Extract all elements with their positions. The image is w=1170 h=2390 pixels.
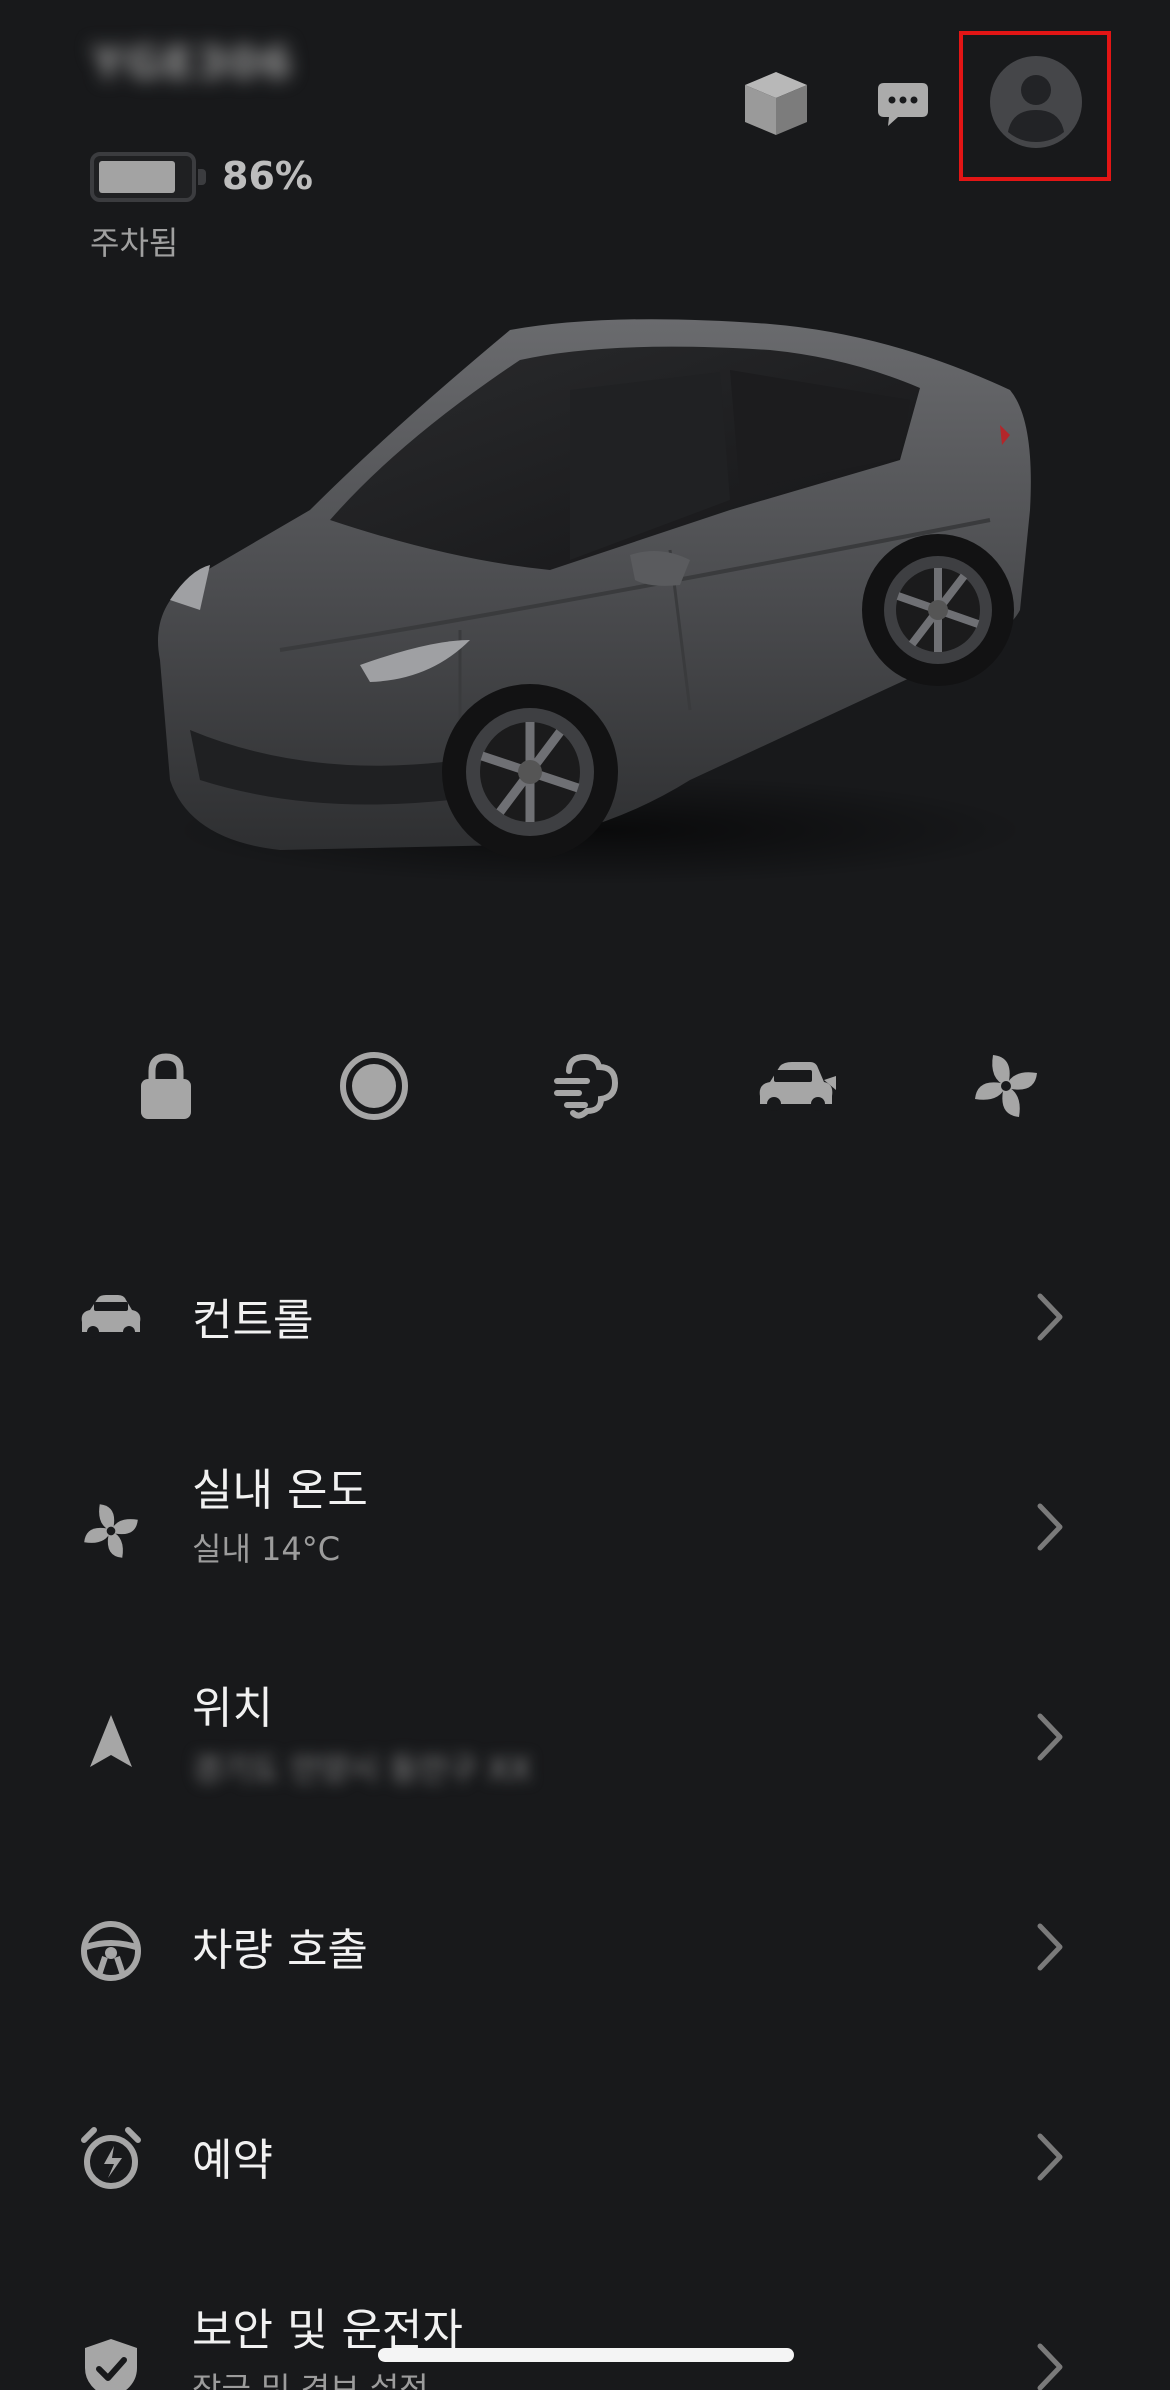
alarm-clock-icon — [74, 2122, 148, 2196]
chevron-right-icon — [1030, 1287, 1070, 1347]
cube-icon[interactable] — [736, 66, 816, 140]
chevron-right-icon — [1030, 1917, 1070, 1977]
menu-item-title: 위치 — [192, 1683, 273, 1734]
menu-item-title: 컨트롤 — [192, 1295, 314, 1346]
menu-item-subtitle: 잠금 및 경보 설정 — [192, 2370, 429, 2390]
menu-item-title: 차량 호출 — [192, 1925, 368, 1976]
vehicle-name: YGE306 — [92, 38, 294, 89]
chat-bubble-icon[interactable] — [872, 76, 934, 132]
car-icon — [74, 1280, 148, 1354]
defrost-icon[interactable] — [536, 1040, 636, 1132]
shield-icon — [74, 2332, 148, 2390]
menu-item-title: 예약 — [192, 2135, 273, 2186]
fan-icon — [74, 1494, 148, 1568]
steering-wheel-icon — [74, 1914, 148, 1988]
quick-controls-row — [0, 1040, 1170, 1132]
chevron-right-icon — [1030, 1497, 1070, 1557]
battery-nub — [198, 169, 206, 185]
fan-icon[interactable] — [956, 1040, 1056, 1132]
chevron-right-icon — [1030, 2337, 1070, 2390]
frunk-icon[interactable] — [746, 1040, 846, 1132]
menu-item-location[interactable]: 위치 경기도 안양시 동안구 XX — [0, 1652, 1170, 1822]
battery-fill — [99, 161, 175, 193]
front-wheel — [442, 684, 618, 860]
menu-item-subtitle: 경기도 안양시 동안구 XX — [192, 1750, 532, 1788]
chevron-right-icon — [1030, 2127, 1070, 2187]
menu-item-controls[interactable]: 컨트롤 — [0, 1232, 1170, 1402]
battery-percent: 86% — [222, 154, 313, 198]
menu-item-title: 실내 온도 — [192, 1465, 368, 1516]
profile-highlight-box — [959, 31, 1111, 181]
lock-icon[interactable] — [116, 1040, 216, 1132]
vehicle-image — [130, 310, 1050, 890]
menu-item-schedule[interactable]: 예약 — [0, 2072, 1170, 2242]
menu-item-subtitle: 실내 14°C — [192, 1530, 341, 1568]
menu-item-summon[interactable]: 차량 호출 — [0, 1862, 1170, 2032]
rear-wheel — [862, 534, 1014, 686]
battery-indicator — [90, 152, 206, 202]
home-indicator[interactable] — [378, 2348, 794, 2362]
record-button-icon[interactable] — [324, 1040, 424, 1132]
menu-item-security[interactable]: 보안 및 운전자 잠금 및 경보 설정 — [0, 2282, 1170, 2390]
navigation-arrow-icon — [74, 1704, 148, 1778]
chevron-right-icon — [1030, 1707, 1070, 1767]
vehicle-status: 주차됨 — [90, 224, 179, 262]
menu-item-climate[interactable]: 실내 온도 실내 14°C — [0, 1442, 1170, 1612]
